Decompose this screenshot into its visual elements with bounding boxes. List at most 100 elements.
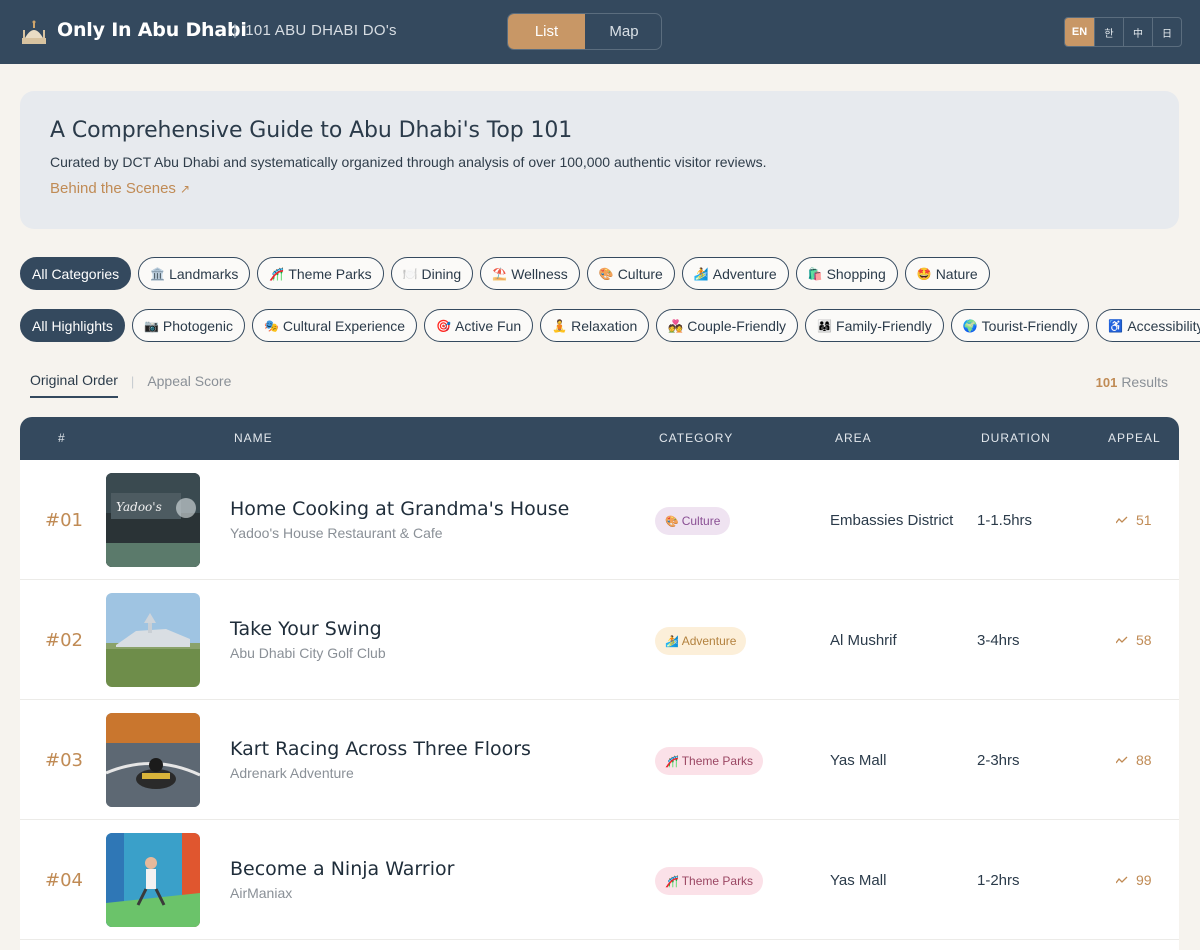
chip-label: Photogenic bbox=[162, 317, 233, 334]
golf-club-photo[interactable] bbox=[106, 593, 200, 687]
kart-racing-photo[interactable] bbox=[106, 713, 200, 807]
duration-value: 3-4hrs bbox=[977, 632, 1020, 649]
results-label: Results bbox=[1121, 374, 1168, 390]
chip-photogenic[interactable]: 📷 Photogenic bbox=[131, 309, 245, 342]
category-badge: 🏄 Adventure bbox=[655, 627, 747, 655]
chip-label: Landmarks bbox=[169, 265, 239, 282]
view-toggle: List Map bbox=[507, 13, 662, 50]
behind-the-scenes-link[interactable]: Behind the Scenes ↗ bbox=[50, 180, 190, 197]
chip-label: Theme Parks bbox=[288, 265, 372, 282]
col-area: AREA bbox=[835, 431, 872, 445]
venue-name: AirManiax bbox=[230, 885, 293, 901]
family-icon: 👨‍👩‍👧 bbox=[817, 318, 833, 333]
col-rank: # bbox=[58, 431, 66, 445]
col-name: NAME bbox=[234, 431, 273, 445]
chip-label: Tourist-Friendly bbox=[981, 317, 1078, 334]
language-switcher: EN 한 中 日 bbox=[1064, 17, 1182, 47]
chip-tourist-friendly[interactable]: 🌍 Tourist-Friendly bbox=[950, 309, 1090, 342]
chip-couple-friendly[interactable]: 💑 Couple-Friendly bbox=[656, 309, 799, 342]
appeal-score: 88 bbox=[1116, 752, 1152, 768]
table-row[interactable]: #03 Kart Racing Across Three Floors Adre… bbox=[20, 700, 1179, 820]
chip-label: Couple-Friendly bbox=[687, 317, 787, 334]
svg-text:Yadoo's: Yadoo's bbox=[116, 500, 162, 514]
chip-family-friendly[interactable]: 👨‍👩‍👧 Family-Friendly bbox=[805, 309, 944, 342]
area-value: Yas Mall bbox=[830, 872, 887, 889]
chip-label: Active Fun bbox=[455, 317, 522, 334]
chip-label: Nature bbox=[935, 265, 978, 282]
chip-culture[interactable]: 🎨 Culture bbox=[586, 257, 675, 290]
list-view-button[interactable]: List bbox=[508, 14, 585, 49]
chip-accessibility[interactable]: ♿ Accessibility bbox=[1096, 309, 1200, 342]
duration-value: 1-1.5hrs bbox=[977, 512, 1033, 529]
palette-icon: 🎨 bbox=[665, 515, 679, 528]
area-value: Al Mushrif bbox=[830, 632, 897, 649]
ninja-warrior-photo[interactable] bbox=[106, 833, 200, 927]
appeal-value: 88 bbox=[1136, 752, 1152, 768]
star-eyes-icon: 🤩 bbox=[916, 266, 932, 281]
activity-name[interactable]: Take Your Swing bbox=[230, 618, 382, 640]
chip-theme-parks[interactable]: 🎢 Theme Parks bbox=[257, 257, 384, 290]
chip-nature[interactable]: 🤩 Nature bbox=[904, 257, 990, 290]
external-link-icon: ↗ bbox=[179, 182, 190, 196]
surfer-icon: 🏄 bbox=[693, 266, 709, 281]
table-row[interactable]: #02 Take Your Swing Abu Dhabi City Golf … bbox=[20, 580, 1179, 700]
col-duration: DURATION bbox=[981, 431, 1051, 445]
activity-name[interactable]: Home Cooking at Grandma's House bbox=[230, 498, 569, 520]
roller-coaster-icon: 🎢 bbox=[665, 875, 679, 888]
meditation-icon: 🧘 bbox=[552, 318, 568, 333]
chip-dining[interactable]: 🍽️ Dining bbox=[390, 257, 474, 290]
lang-ja-button[interactable]: 日 bbox=[1152, 18, 1181, 46]
table-row[interactable]: #01 Yadoo's Home Cooking at Grandma's Ho… bbox=[20, 460, 1179, 580]
table-row[interactable]: #04 Become a Ninja Warrior AirManiax 🎢 Th… bbox=[20, 820, 1179, 940]
sort-appeal-score-tab[interactable]: Appeal Score bbox=[147, 373, 231, 397]
sort-original-order-tab[interactable]: Original Order bbox=[30, 372, 118, 398]
col-appeal: APPEAL bbox=[1108, 431, 1161, 445]
lang-zh-button[interactable]: 中 bbox=[1123, 18, 1152, 46]
trend-up-icon bbox=[1116, 876, 1128, 884]
category-badge: 🎢 Theme Parks bbox=[655, 867, 764, 895]
chip-label: Culture bbox=[617, 265, 663, 282]
chip-all-categories[interactable]: All Categories bbox=[20, 257, 132, 290]
chip-cultural-experience[interactable]: 🎭 Cultural Experience bbox=[251, 309, 418, 342]
activity-name[interactable]: Become a Ninja Warrior bbox=[230, 858, 454, 880]
appeal-score: 51 bbox=[1116, 512, 1152, 528]
surfer-icon: 🏄 bbox=[665, 635, 679, 648]
chip-label: Accessibility bbox=[1127, 317, 1200, 334]
rank-number: #01 bbox=[45, 510, 83, 531]
landmark-icon: 🏛️ bbox=[150, 266, 166, 281]
sort-tabs: Original Order | Appeal Score bbox=[30, 372, 231, 398]
globe-icon: 🌍 bbox=[962, 318, 978, 333]
chip-wellness[interactable]: ⛱️ Wellness bbox=[480, 257, 580, 290]
lang-ko-button[interactable]: 한 bbox=[1094, 18, 1123, 46]
chip-landmarks[interactable]: 🏛️ Landmarks bbox=[138, 257, 251, 290]
app-title[interactable]: Only In Abu Dhabi bbox=[57, 19, 247, 41]
chip-label: Relaxation bbox=[571, 317, 638, 334]
activity-name[interactable]: Kart Racing Across Three Floors bbox=[230, 738, 531, 760]
venue-name: Yadoo's House Restaurant & Cafe bbox=[230, 525, 443, 541]
sort-divider: | bbox=[130, 373, 135, 389]
couple-icon: 💑 bbox=[668, 318, 684, 333]
restaurant-photo[interactable]: Yadoo's bbox=[106, 473, 200, 567]
roller-coaster-icon: 🎢 bbox=[665, 755, 679, 768]
camera-icon: 📷 bbox=[143, 318, 159, 333]
chip-label: All Highlights bbox=[32, 317, 113, 334]
map-view-button[interactable]: Map bbox=[585, 14, 661, 49]
chip-all-highlights[interactable]: All Highlights bbox=[20, 309, 125, 342]
venue-name: Adrenark Adventure bbox=[230, 765, 354, 781]
chip-active-fun[interactable]: 🎯 Active Fun bbox=[424, 309, 534, 342]
chip-adventure[interactable]: 🏄 Adventure bbox=[681, 257, 789, 290]
chip-shopping[interactable]: 🛍️ Shopping bbox=[795, 257, 898, 290]
lang-en-button[interactable]: EN bbox=[1065, 18, 1094, 46]
intro-card: A Comprehensive Guide to Abu Dhabi's Top… bbox=[20, 91, 1179, 229]
masks-icon: 🎭 bbox=[263, 318, 279, 333]
appeal-value: 99 bbox=[1136, 872, 1152, 888]
app-subtitle: | 101 ABU DHABI DO's bbox=[233, 22, 397, 39]
chip-relaxation[interactable]: 🧘 Relaxation bbox=[540, 309, 650, 342]
chip-label: Dining bbox=[421, 265, 462, 282]
link-text: Behind the Scenes bbox=[50, 180, 176, 197]
chip-label: Shopping bbox=[826, 265, 886, 282]
col-category: CATEGORY bbox=[659, 431, 734, 445]
trend-up-icon bbox=[1116, 636, 1128, 644]
results-count: 101 Results bbox=[1096, 374, 1168, 390]
chip-label: Adventure bbox=[712, 265, 777, 282]
